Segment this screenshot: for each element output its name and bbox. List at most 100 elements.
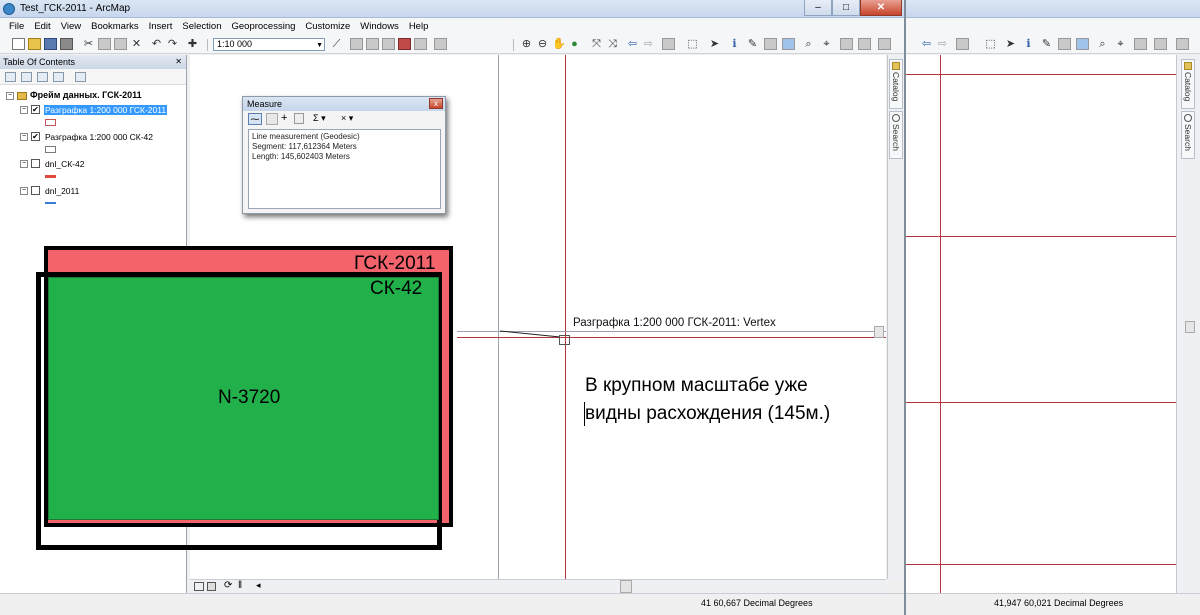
data-frame-item[interactable]: − Фрейм данных. ГСК-2011: [6, 90, 142, 100]
collapse-icon[interactable]: −: [20, 186, 28, 195]
scroll-handle[interactable]: [874, 326, 884, 338]
identify-icon[interactable]: ℹ: [1022, 38, 1035, 50]
redo-icon[interactable]: ↷: [166, 38, 179, 50]
maximize-button[interactable]: □: [832, 0, 860, 16]
menu-help[interactable]: Help: [404, 21, 434, 32]
select-features-icon[interactable]: [956, 38, 969, 50]
menu-geoprocessing[interactable]: Geoprocessing: [226, 21, 300, 32]
select-elements-icon[interactable]: ➤: [708, 38, 721, 50]
catalog-tab[interactable]: Catalog: [889, 59, 903, 109]
measure-tool-icon[interactable]: [1076, 38, 1089, 50]
toc-layer-dnl-sk-42[interactable]: − dnl_СК-42: [20, 158, 85, 169]
pan-icon[interactable]: ✋: [552, 38, 566, 50]
python-icon[interactable]: [414, 38, 427, 50]
time-slider-icon[interactable]: [840, 38, 853, 50]
measure-area-icon[interactable]: [266, 113, 278, 125]
forward-extent-icon[interactable]: ⇨: [642, 38, 655, 50]
line-symbol-icon[interactable]: [45, 202, 56, 204]
find-icon[interactable]: ⌕: [1096, 38, 1109, 50]
layer-visibility-checkbox[interactable]: [31, 159, 40, 169]
forward-extent-icon[interactable]: ⇨: [936, 38, 949, 50]
layer-visibility-checkbox[interactable]: ✔: [31, 105, 40, 115]
horizontal-scroll-thumb[interactable]: [620, 580, 632, 593]
menu-edit[interactable]: Edit: [29, 21, 55, 32]
pause-drawing-icon[interactable]: ‖: [238, 580, 242, 591]
delete-icon[interactable]: ✕: [130, 38, 143, 50]
search-tab[interactable]: Search: [889, 111, 903, 159]
map-view-2[interactable]: [906, 55, 1176, 593]
viewer-window-icon[interactable]: [858, 38, 871, 50]
back-extent-icon[interactable]: ⇦: [626, 38, 639, 50]
zoom-out-icon[interactable]: ⊖: [536, 38, 549, 50]
print-icon[interactable]: [60, 38, 73, 50]
new-document-icon[interactable]: [12, 38, 25, 50]
toolbar-options-icon[interactable]: [1176, 38, 1189, 50]
full-extent-icon[interactable]: ●: [568, 38, 581, 50]
measure-line-icon[interactable]: ⁓: [248, 113, 262, 125]
layer-visibility-checkbox[interactable]: [31, 186, 40, 196]
time-slider-icon[interactable]: [1134, 38, 1147, 50]
html-popup-icon[interactable]: ✎: [746, 38, 759, 50]
catalog-tab[interactable]: Catalog: [1181, 59, 1195, 109]
paste-icon[interactable]: [114, 38, 127, 50]
scroll-left-icon[interactable]: ◂: [256, 580, 261, 591]
line-symbol-icon[interactable]: [45, 175, 56, 178]
menu-view[interactable]: View: [56, 21, 86, 32]
list-by-selection-icon[interactable]: [53, 72, 64, 82]
cut-icon[interactable]: ✂: [82, 38, 95, 50]
sum-dropdown[interactable]: Σ ▾: [313, 113, 326, 124]
editor-icon[interactable]: ⟋: [330, 38, 343, 50]
show-total-icon[interactable]: [294, 113, 304, 124]
model-builder-icon[interactable]: [434, 38, 447, 50]
add-data-icon[interactable]: ✚: [186, 38, 199, 50]
select-features-icon[interactable]: [662, 38, 675, 50]
measure-tool-icon[interactable]: [782, 38, 795, 50]
clear-selection-icon[interactable]: ⬚: [984, 38, 997, 50]
hyperlink-icon[interactable]: [764, 38, 777, 50]
go-to-xy-icon[interactable]: ⌖: [820, 38, 833, 50]
menu-windows[interactable]: Windows: [355, 21, 404, 32]
menu-insert[interactable]: Insert: [144, 21, 178, 32]
toolbar-options-icon[interactable]: [878, 38, 891, 50]
close-button[interactable]: ✕: [860, 0, 902, 16]
go-to-xy-icon[interactable]: ⌖: [1114, 38, 1127, 50]
refresh-icon[interactable]: ⟳: [224, 580, 232, 591]
hyperlink-icon[interactable]: [1058, 38, 1071, 50]
open-folder-icon[interactable]: [28, 38, 41, 50]
find-icon[interactable]: ⌕: [802, 38, 815, 50]
layout-view-icon[interactable]: [207, 582, 216, 591]
toc-options-icon[interactable]: [75, 72, 86, 82]
arctoolbox-icon[interactable]: [382, 38, 395, 50]
measure-feature-icon[interactable]: +: [281, 113, 287, 124]
layout-icon[interactable]: [350, 38, 363, 50]
list-by-visibility-icon[interactable]: [37, 72, 48, 82]
identify-icon[interactable]: ℹ: [728, 38, 741, 50]
collapse-icon[interactable]: −: [20, 105, 28, 114]
clear-dropdown[interactable]: × ▾: [341, 113, 353, 124]
zoom-in-icon[interactable]: ⊕: [520, 38, 533, 50]
toolbox-icon[interactable]: [398, 38, 411, 50]
html-popup-icon[interactable]: ✎: [1040, 38, 1053, 50]
collapse-icon[interactable]: −: [20, 132, 28, 141]
collapse-icon[interactable]: −: [20, 159, 28, 168]
minimize-button[interactable]: –: [804, 0, 832, 16]
menu-file[interactable]: File: [4, 21, 29, 32]
undo-icon[interactable]: ↶: [150, 38, 163, 50]
collapse-icon[interactable]: −: [6, 91, 14, 100]
viewer-window-icon[interactable]: [1154, 38, 1167, 50]
toc-layer-dnl-2011[interactable]: − dnl_2011: [20, 185, 80, 196]
search-tab[interactable]: Search: [1181, 111, 1195, 159]
layer-visibility-checkbox[interactable]: ✔: [31, 132, 40, 142]
toc-layer-sk-42[interactable]: − ✔ Разграфка 1:200 000 СК-42: [20, 131, 154, 142]
save-icon[interactable]: [44, 38, 57, 50]
catalog-window-icon[interactable]: [366, 38, 379, 50]
polygon-symbol-icon[interactable]: [45, 119, 56, 126]
toc-layer-gsk-2011[interactable]: − ✔ Разграфка 1:200 000 ГСК-2011: [20, 104, 168, 115]
menu-selection[interactable]: Selection: [177, 21, 226, 32]
polygon-symbol-icon[interactable]: [45, 146, 56, 153]
clear-selection-icon[interactable]: ⬚: [686, 38, 699, 50]
close-icon[interactable]: x: [429, 98, 443, 109]
scroll-handle[interactable]: [1185, 321, 1195, 333]
map-scale-combo[interactable]: 1:10 000 ▼: [213, 38, 325, 51]
select-elements-icon[interactable]: ➤: [1004, 38, 1017, 50]
